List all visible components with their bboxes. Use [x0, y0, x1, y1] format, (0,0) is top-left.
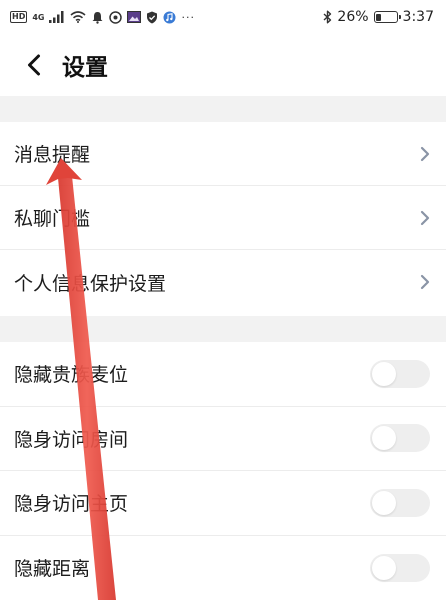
toggle-knob — [372, 555, 396, 580]
battery-icon — [373, 11, 401, 23]
hd-badge: HD — [10, 11, 28, 23]
settings-item-invisible-profile-visit: 隐身访问主页 — [0, 471, 446, 536]
signal-icon — [49, 11, 65, 23]
toggle-knob — [372, 490, 396, 515]
section-divider — [0, 96, 446, 122]
chevron-right-icon — [420, 274, 430, 290]
network-type: 4G — [32, 12, 45, 22]
back-button[interactable] — [12, 43, 56, 87]
app-icon — [109, 10, 123, 24]
hide-distance-toggle[interactable] — [370, 553, 430, 582]
settings-nav-list: 消息提醒 私聊门槛 个人信息保护设置 — [0, 122, 446, 314]
settings-item-label: 消息提醒 — [14, 144, 91, 166]
battery-level — [376, 13, 381, 21]
notification-bell-icon — [91, 11, 104, 24]
clock: 3:37 — [402, 9, 434, 25]
chevron-left-icon — [28, 54, 40, 76]
settings-item-message-reminder[interactable]: 消息提醒 — [0, 122, 446, 186]
settings-item-label: 隐藏距离 — [14, 558, 91, 581]
settings-item-invisible-room-visit: 隐身访问房间 — [0, 407, 446, 471]
chevron-right-icon — [420, 210, 430, 226]
wifi-icon — [70, 11, 87, 23]
settings-item-label: 隐身访问主页 — [14, 493, 129, 516]
settings-toggle-list: 隐藏贵族麦位 隐身访问房间 隐身访问主页 隐藏距离 — [0, 342, 446, 600]
shield-icon — [146, 11, 158, 24]
settings-item-private-chat-threshold[interactable]: 私聊门槛 — [0, 186, 446, 250]
status-bar: HD 4G ··· 26% 3:37 — [0, 0, 446, 34]
settings-item-hide-noble-seat: 隐藏贵族麦位 — [0, 342, 446, 407]
hide-noble-seat-toggle[interactable] — [370, 359, 430, 388]
status-bar-left: HD 4G ··· — [10, 11, 195, 24]
toggle-knob — [372, 426, 396, 451]
more-notifications: ··· — [181, 10, 195, 24]
bluetooth-icon — [323, 10, 332, 24]
settings-item-label: 隐身访问房间 — [14, 428, 129, 451]
page-title: 设置 — [62, 55, 108, 81]
section-divider — [0, 316, 446, 342]
settings-item-label: 个人信息保护设置 — [14, 272, 167, 295]
page-header: 设置 — [0, 34, 446, 96]
image-icon — [127, 11, 142, 23]
settings-item-label: 私聊门槛 — [14, 208, 91, 230]
settings-item-label: 隐藏贵族麦位 — [14, 364, 129, 387]
status-bar-right: 26% 3:37 — [323, 9, 434, 25]
settings-item-privacy-protection[interactable]: 个人信息保护设置 — [0, 250, 446, 314]
invisible-room-visit-toggle[interactable] — [370, 424, 430, 453]
invisible-profile-visit-toggle[interactable] — [370, 488, 430, 517]
music-icon — [163, 11, 176, 24]
toggle-knob — [372, 361, 396, 386]
settings-item-hide-distance: 隐藏距离 — [0, 536, 446, 600]
chevron-right-icon — [420, 146, 430, 162]
battery-percent: 26% — [337, 9, 369, 25]
